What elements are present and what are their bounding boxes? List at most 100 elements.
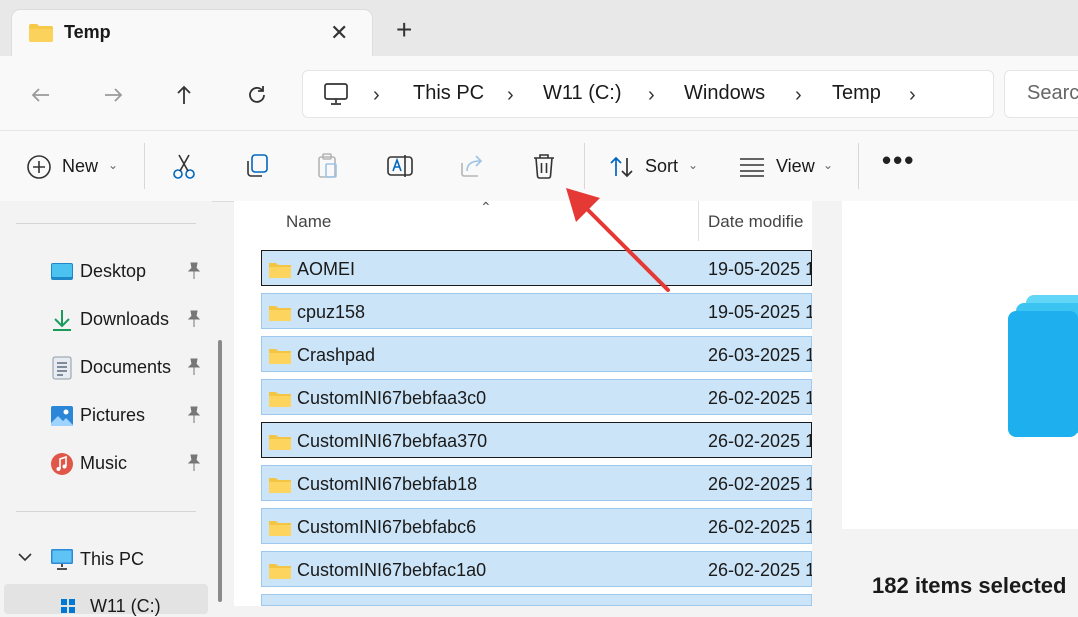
folder-icon <box>269 435 291 450</box>
close-tab-icon[interactable]: ✕ <box>330 20 348 46</box>
folder-icon <box>269 478 291 493</box>
sidebar-item-music[interactable]: Music <box>50 446 210 482</box>
breadcrumb-chevron[interactable]: › <box>373 84 380 107</box>
pin-icon[interactable] <box>186 406 202 424</box>
view-label: View <box>776 156 815 176</box>
annotation-arrow <box>566 188 670 292</box>
forward-button[interactable] <box>98 80 128 110</box>
file-name: AOMEI <box>297 259 356 279</box>
sidebar-item-desktop[interactable]: Desktop <box>50 254 210 290</box>
breadcrumb-windows[interactable]: Windows <box>684 82 765 105</box>
file-date: 26-02-2025 1 <box>708 388 816 408</box>
new-button[interactable]: New ⌄ <box>22 149 122 185</box>
file-name: CustomINI67bebfaa370 <box>297 431 488 451</box>
computer-icon <box>324 83 348 105</box>
tab-temp[interactable]: Temp ✕ <box>12 10 372 56</box>
sidebar-item-this-pc[interactable]: This PC <box>18 542 208 578</box>
delete-icon[interactable] <box>529 151 559 181</box>
copy-icon[interactable] <box>242 151 272 181</box>
file-name: CustomINI67bebfac1a0 <box>297 560 487 580</box>
documents-icon <box>52 356 72 380</box>
breadcrumb-temp[interactable]: Temp <box>832 82 881 105</box>
navigation-pane: Desktop Downloads Documents Pictures Mus… <box>0 201 212 616</box>
file-name: CustomINI67bebfabc6 <box>297 517 477 537</box>
sidebar-item-drive[interactable]: W11 (C:) <box>4 584 208 616</box>
folder-icon <box>269 392 291 407</box>
file-name: Crashpad <box>297 345 376 365</box>
file-name: CustomINI67bebfaa3c0 <box>297 388 487 408</box>
tab-title: Temp <box>64 22 111 42</box>
file-row[interactable]: CustomINI67bebfac1a0 26-02-2025 1 <box>261 551 815 587</box>
sort-ascending-icon: ⌃ <box>480 199 492 215</box>
sort-button[interactable]: Sort ⌄ <box>606 149 706 185</box>
folder-icon <box>269 263 291 278</box>
breadcrumb-chevron[interactable]: › <box>795 84 802 107</box>
cut-icon[interactable] <box>169 151 199 181</box>
file-date: 19-05-2025 1 <box>708 259 816 279</box>
breadcrumb-chevron[interactable]: › <box>648 84 655 107</box>
more-options-icon[interactable]: ••• <box>882 145 915 176</box>
sidebar-scrollbar[interactable] <box>218 340 222 602</box>
file-row[interactable]: AOMEI 19-05-2025 1 <box>261 250 816 286</box>
sidebar-item-label: Downloads <box>80 309 170 329</box>
address-bar[interactable]: › This PC › W11 (C:) › Windows › Temp › <box>302 70 994 118</box>
new-tab-button[interactable]: + <box>396 16 412 44</box>
refresh-button[interactable] <box>242 80 272 110</box>
column-divider[interactable] <box>698 201 699 241</box>
chevron-down-icon[interactable] <box>18 552 32 562</box>
tab-strip: Temp ✕ + <box>0 0 1078 56</box>
sidebar-item-pictures[interactable]: Pictures <box>50 398 210 434</box>
pin-icon[interactable] <box>186 358 202 376</box>
column-header-date[interactable]: Date modifie <box>708 212 803 232</box>
file-row[interactable]: Crashpad 26-03-2025 1 <box>261 336 815 372</box>
windows-drive-icon <box>61 599 75 613</box>
sidebar-item-label: This PC <box>80 549 145 569</box>
list-view-icon <box>740 158 764 177</box>
back-button[interactable] <box>26 80 56 110</box>
search-placeholder: Search <box>1027 82 1078 104</box>
computer-icon <box>51 549 73 570</box>
file-row[interactable] <box>261 594 812 606</box>
sort-label: Sort <box>645 156 679 176</box>
pin-icon[interactable] <box>186 262 202 280</box>
pin-icon[interactable] <box>186 454 202 472</box>
rename-icon[interactable] <box>385 151 415 181</box>
folder-icon <box>269 349 291 364</box>
file-row[interactable]: cpuz158 19-05-2025 1 <box>261 293 815 329</box>
breadcrumb-chevron[interactable]: › <box>507 84 514 107</box>
up-button[interactable] <box>169 80 199 110</box>
chevron-down-icon: ⌄ <box>688 158 699 172</box>
breadcrumb-drive[interactable]: W11 (C:) <box>543 82 622 105</box>
selection-count: 182 items selected <box>872 573 1067 598</box>
plus-circle-icon <box>27 155 51 179</box>
downloads-icon <box>53 310 71 331</box>
pin-icon[interactable] <box>186 310 202 328</box>
chevron-down-icon: ⌄ <box>108 158 119 172</box>
breadcrumb-this-pc[interactable]: This PC <box>413 82 484 105</box>
view-button[interactable]: View ⌄ <box>738 149 838 185</box>
file-row[interactable]: CustomINI67bebfab18 26-02-2025 1 <box>261 465 815 501</box>
folder-icon <box>269 521 291 536</box>
toolbar-separator <box>144 143 145 189</box>
file-row[interactable]: CustomINI67bebfabc6 26-02-2025 1 <box>261 508 815 544</box>
sidebar-item-downloads[interactable]: Downloads <box>50 302 210 338</box>
file-date: 26-02-2025 1 <box>708 431 816 451</box>
sidebar-item-documents[interactable]: Documents <box>50 350 210 386</box>
column-header-name[interactable]: Name <box>286 212 331 232</box>
file-row[interactable]: CustomINI67bebfaa370 26-02-2025 1 <box>261 422 816 458</box>
refresh-icon <box>249 86 265 103</box>
share-icon[interactable] <box>457 151 487 181</box>
toolbar-separator <box>858 143 859 189</box>
command-bar: New ⌄ Sort ⌄ View ⌄ ••• <box>0 130 1078 202</box>
paste-icon[interactable] <box>313 151 343 181</box>
chevron-down-icon: ⌄ <box>823 158 834 172</box>
music-icon <box>51 453 73 475</box>
multiple-items-icon <box>1008 295 1078 437</box>
search-box[interactable]: Search <box>1004 70 1078 118</box>
folder-icon <box>269 564 291 579</box>
breadcrumb-chevron[interactable]: › <box>909 84 916 107</box>
file-list: ⌃ Name Date modifie AOMEI 19-05-2025 1 c… <box>234 199 816 606</box>
divider <box>16 223 196 224</box>
pane-gap <box>812 201 842 606</box>
file-row[interactable]: CustomINI67bebfaa3c0 26-02-2025 1 <box>261 379 816 415</box>
